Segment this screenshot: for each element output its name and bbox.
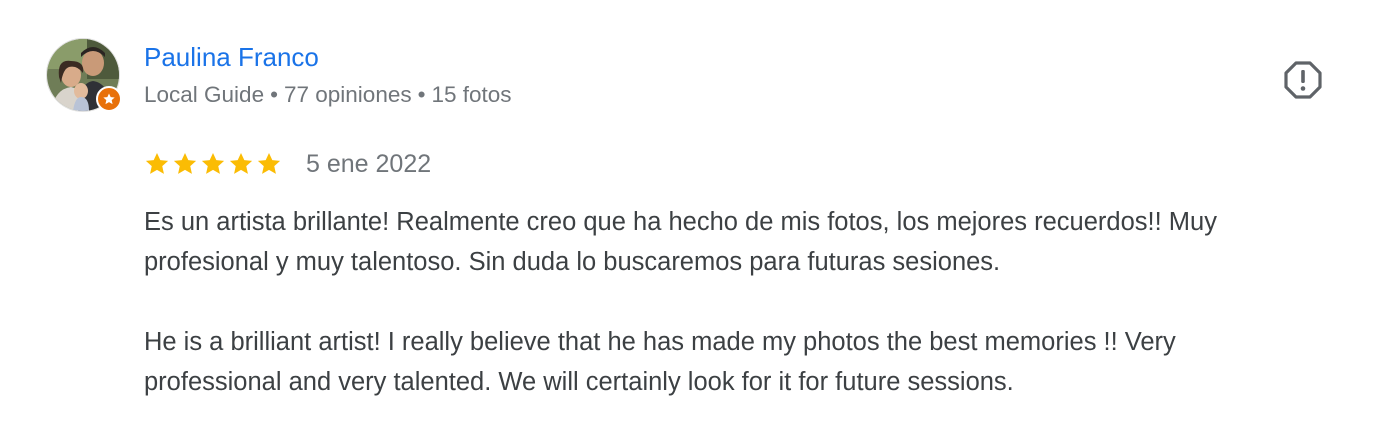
author-meta: Local Guide • 77 opiniones • 15 fotos (144, 80, 512, 110)
review-body: Es un artista brillante! Realmente creo … (144, 202, 1374, 402)
star-icon (229, 152, 253, 174)
local-guide-star-icon (96, 86, 122, 112)
report-flag-icon (1284, 61, 1322, 99)
rating-row: 5 ene 2022 (144, 146, 431, 182)
star-icon (257, 152, 281, 174)
author-name-link[interactable]: Paulina Franco (144, 40, 319, 74)
review-count: 77 opiniones (283, 82, 412, 107)
star-icon (173, 152, 197, 174)
review-date: 5 ene 2022 (306, 149, 432, 178)
meta-separator: • (417, 82, 426, 107)
photo-count: 15 fotos (431, 82, 512, 107)
review-card: Paulina Franco Local Guide • 77 opiniones •… (0, 0, 1399, 422)
meta-separator: • (270, 82, 278, 107)
star-rating (144, 151, 282, 177)
avatar[interactable] (46, 38, 122, 112)
review-text-translated: He is a brilliant artist! I really belie… (144, 328, 1176, 396)
star-icon (201, 152, 225, 174)
review-text-original: Es un artista brillante! Realmente creo … (144, 208, 1217, 276)
report-review-button[interactable] (1280, 57, 1326, 103)
star-icon (145, 152, 169, 174)
local-guide-label: Local Guide (144, 82, 265, 107)
